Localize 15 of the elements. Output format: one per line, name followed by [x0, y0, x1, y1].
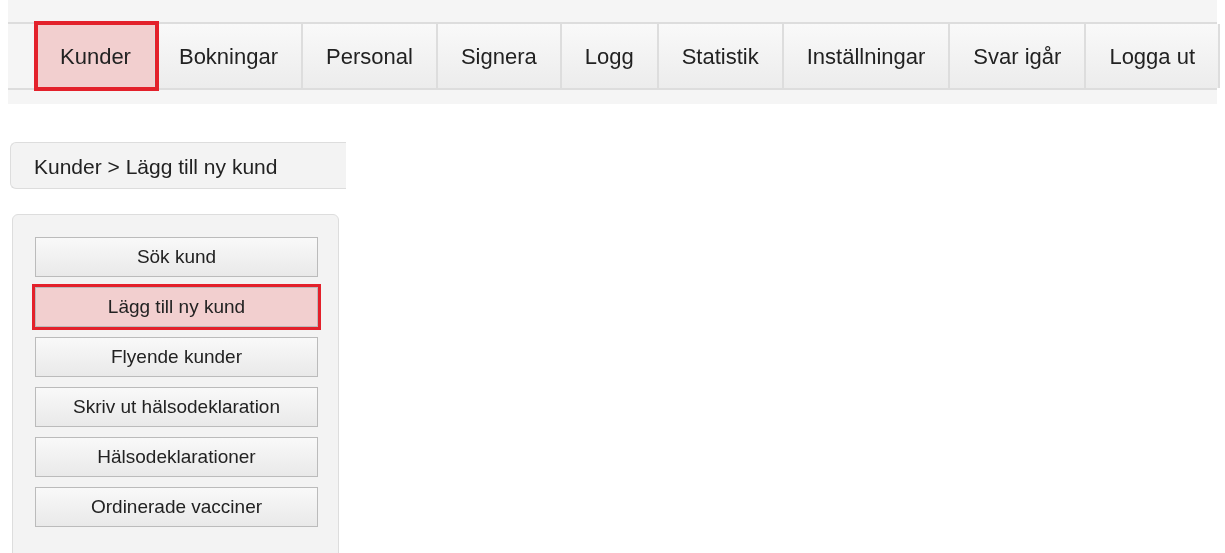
sidebar-button[interactable]: Flyende kunder	[35, 337, 318, 377]
sidebar-button[interactable]: Hälsodeklarationer	[35, 437, 318, 477]
menu-tab[interactable]: Kunder	[37, 24, 156, 88]
sidebar-button[interactable]: Lägg till ny kund	[35, 287, 318, 327]
menu-tab[interactable]: Svar igår	[950, 24, 1087, 88]
menu-tab[interactable]: Signera	[437, 24, 562, 88]
menu-tab[interactable]: Inställningar	[783, 24, 951, 88]
menu-tab[interactable]: Statistik	[658, 24, 784, 88]
menu-tab[interactable]: Logg	[561, 24, 659, 88]
sidebar-button[interactable]: Ordinerade vacciner	[35, 487, 318, 527]
menu-tab[interactable]: Logga ut	[1086, 24, 1221, 88]
breadcrumb: Kunder > Lägg till ny kund	[10, 142, 346, 189]
sidebar-button[interactable]: Skriv ut hälsodeklaration	[35, 387, 318, 427]
sidebar-button[interactable]: Sök kund	[35, 237, 318, 277]
menu-tab[interactable]: Personal	[303, 24, 438, 88]
